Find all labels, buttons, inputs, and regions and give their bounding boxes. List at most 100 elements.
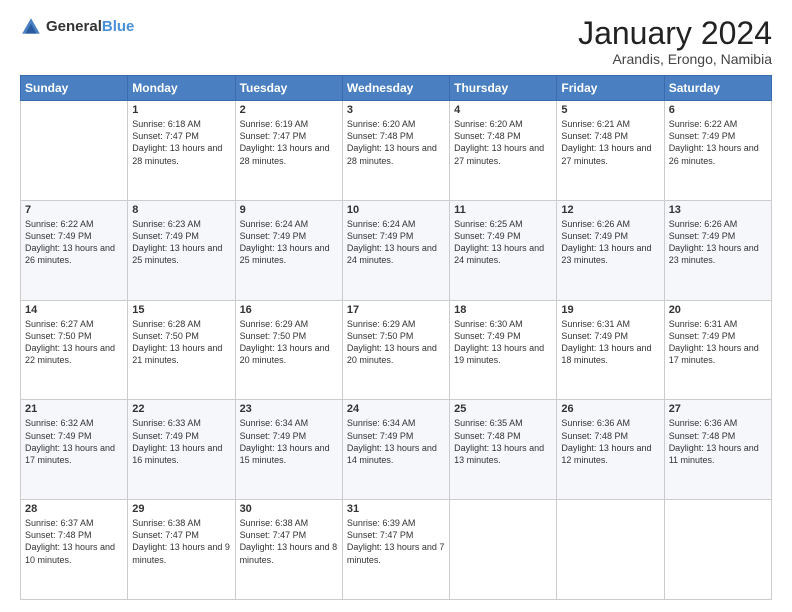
weekday-saturday: Saturday	[664, 76, 771, 101]
cell-content: Sunrise: 6:19 AM Sunset: 7:47 PM Dayligh…	[240, 118, 338, 167]
cell-content: Sunrise: 6:26 AM Sunset: 7:49 PM Dayligh…	[669, 218, 767, 267]
weekday-sunday: Sunday	[21, 76, 128, 101]
cell-content: Sunrise: 6:21 AM Sunset: 7:48 PM Dayligh…	[561, 118, 659, 167]
day-number: 16	[240, 304, 338, 316]
day-number: 15	[132, 304, 230, 316]
calendar-cell: 23 Sunrise: 6:34 AM Sunset: 7:49 PM Dayli…	[235, 400, 342, 500]
header: GeneralBlue January 2024 Arandis, Erongo…	[20, 16, 772, 67]
cell-content: Sunrise: 6:23 AM Sunset: 7:49 PM Dayligh…	[132, 218, 230, 267]
calendar-cell: 14 Sunrise: 6:27 AM Sunset: 7:50 PM Dayli…	[21, 300, 128, 400]
calendar-cell	[450, 500, 557, 600]
calendar-cell: 5Sunrise: 6:21 AM Sunset: 7:48 PM Daylig…	[557, 101, 664, 201]
calendar-page: GeneralBlue January 2024 Arandis, Erongo…	[0, 0, 792, 612]
day-number: 31	[347, 503, 445, 515]
cell-content: Sunrise: 6:31 AM Sunset: 7:49 PM Dayligh…	[561, 318, 659, 367]
calendar-cell: 10 Sunrise: 6:24 AM Sunset: 7:49 PM Dayli…	[342, 200, 449, 300]
calendar-cell: 8 Sunrise: 6:23 AM Sunset: 7:49 PM Daylig…	[128, 200, 235, 300]
day-number: 27	[669, 403, 767, 415]
calendar-cell: 29 Sunrise: 6:38 AM Sunset: 7:47 PM Dayli…	[128, 500, 235, 600]
calendar-cell	[557, 500, 664, 600]
logo-general: General	[46, 18, 102, 35]
day-number: 1	[132, 104, 230, 116]
calendar-table: SundayMondayTuesdayWednesdayThursdayFrid…	[20, 75, 772, 600]
calendar-cell: 15 Sunrise: 6:28 AM Sunset: 7:50 PM Dayli…	[128, 300, 235, 400]
day-number: 11	[454, 204, 552, 216]
calendar-cell: 2Sunrise: 6:19 AM Sunset: 7:47 PM Daylig…	[235, 101, 342, 201]
cell-content: Sunrise: 6:32 AM Sunset: 7:49 PM Dayligh…	[25, 417, 123, 466]
calendar-cell: 6 Sunrise: 6:22 AM Sunset: 7:49 PM Daylig…	[664, 101, 771, 201]
calendar-cell: 20 Sunrise: 6:31 AM Sunset: 7:49 PM Dayli…	[664, 300, 771, 400]
day-number: 17	[347, 304, 445, 316]
day-number: 20	[669, 304, 767, 316]
calendar-cell: 13 Sunrise: 6:26 AM Sunset: 7:49 PM Dayli…	[664, 200, 771, 300]
cell-content: Sunrise: 6:27 AM Sunset: 7:50 PM Dayligh…	[25, 318, 123, 367]
calendar-cell: 9 Sunrise: 6:24 AM Sunset: 7:49 PM Daylig…	[235, 200, 342, 300]
cell-content: Sunrise: 6:25 AM Sunset: 7:49 PM Dayligh…	[454, 218, 552, 267]
cell-content: Sunrise: 6:26 AM Sunset: 7:49 PM Dayligh…	[561, 218, 659, 267]
title-block: January 2024 Arandis, Erongo, Namibia	[578, 16, 772, 67]
cell-content: Sunrise: 6:33 AM Sunset: 7:49 PM Dayligh…	[132, 417, 230, 466]
week-row-0: 1 Sunrise: 6:18 AM Sunset: 7:47 PM Daylig…	[21, 101, 772, 201]
weekday-header-row: SundayMondayTuesdayWednesdayThursdayFrid…	[21, 76, 772, 101]
week-row-1: 7Sunrise: 6:22 AM Sunset: 7:49 PM Daylig…	[21, 200, 772, 300]
cell-content: Sunrise: 6:34 AM Sunset: 7:49 PM Dayligh…	[240, 417, 338, 466]
day-number: 24	[347, 403, 445, 415]
day-number: 10	[347, 204, 445, 216]
logo: GeneralBlue	[20, 16, 134, 38]
day-number: 29	[132, 503, 230, 515]
calendar-cell	[664, 500, 771, 600]
calendar-cell: 25 Sunrise: 6:35 AM Sunset: 7:48 PM Dayli…	[450, 400, 557, 500]
cell-content: Sunrise: 6:31 AM Sunset: 7:49 PM Dayligh…	[669, 318, 767, 367]
day-number: 26	[561, 403, 659, 415]
week-row-3: 21 Sunrise: 6:32 AM Sunset: 7:49 PM Dayli…	[21, 400, 772, 500]
cell-content: Sunrise: 6:38 AM Sunset: 7:47 PM Dayligh…	[240, 517, 338, 566]
day-number: 9	[240, 204, 338, 216]
cell-content: Sunrise: 6:22 AM Sunset: 7:49 PM Dayligh…	[25, 218, 123, 267]
calendar-cell: 16 Sunrise: 6:29 AM Sunset: 7:50 PM Dayli…	[235, 300, 342, 400]
cell-content: Sunrise: 6:24 AM Sunset: 7:49 PM Dayligh…	[240, 218, 338, 267]
calendar-cell: 18Sunrise: 6:30 AM Sunset: 7:49 PM Dayli…	[450, 300, 557, 400]
cell-content: Sunrise: 6:38 AM Sunset: 7:47 PM Dayligh…	[132, 517, 230, 566]
cell-content: Sunrise: 6:36 AM Sunset: 7:48 PM Dayligh…	[669, 417, 767, 466]
calendar-cell: 31 Sunrise: 6:39 AM Sunset: 7:47 PM Dayli…	[342, 500, 449, 600]
location: Arandis, Erongo, Namibia	[578, 51, 772, 67]
calendar-cell: 17Sunrise: 6:29 AM Sunset: 7:50 PM Dayli…	[342, 300, 449, 400]
day-number: 23	[240, 403, 338, 415]
day-number: 22	[132, 403, 230, 415]
day-number: 21	[25, 403, 123, 415]
cell-content: Sunrise: 6:35 AM Sunset: 7:48 PM Dayligh…	[454, 417, 552, 466]
cell-content: Sunrise: 6:37 AM Sunset: 7:48 PM Dayligh…	[25, 517, 123, 566]
day-number: 6	[669, 104, 767, 116]
day-number: 3	[347, 104, 445, 116]
weekday-thursday: Thursday	[450, 76, 557, 101]
day-number: 14	[25, 304, 123, 316]
logo-blue: Blue	[102, 18, 135, 35]
calendar-cell: 7Sunrise: 6:22 AM Sunset: 7:49 PM Daylig…	[21, 200, 128, 300]
day-number: 8	[132, 204, 230, 216]
calendar-cell	[21, 101, 128, 201]
cell-content: Sunrise: 6:29 AM Sunset: 7:50 PM Dayligh…	[240, 318, 338, 367]
day-number: 30	[240, 503, 338, 515]
day-number: 18	[454, 304, 552, 316]
day-number: 19	[561, 304, 659, 316]
calendar-cell: 22 Sunrise: 6:33 AM Sunset: 7:49 PM Dayli…	[128, 400, 235, 500]
calendar-cell: 1 Sunrise: 6:18 AM Sunset: 7:47 PM Daylig…	[128, 101, 235, 201]
calendar-cell: 3 Sunrise: 6:20 AM Sunset: 7:48 PM Daylig…	[342, 101, 449, 201]
calendar-cell: 28 Sunrise: 6:37 AM Sunset: 7:48 PM Dayli…	[21, 500, 128, 600]
week-row-4: 28 Sunrise: 6:37 AM Sunset: 7:48 PM Dayli…	[21, 500, 772, 600]
cell-content: Sunrise: 6:22 AM Sunset: 7:49 PM Dayligh…	[669, 118, 767, 167]
calendar-cell: 24Sunrise: 6:34 AM Sunset: 7:49 PM Dayli…	[342, 400, 449, 500]
cell-content: Sunrise: 6:20 AM Sunset: 7:48 PM Dayligh…	[347, 118, 445, 167]
cell-content: Sunrise: 6:24 AM Sunset: 7:49 PM Dayligh…	[347, 218, 445, 267]
cell-content: Sunrise: 6:18 AM Sunset: 7:47 PM Dayligh…	[132, 118, 230, 167]
calendar-cell: 19 Sunrise: 6:31 AM Sunset: 7:49 PM Dayli…	[557, 300, 664, 400]
day-number: 13	[669, 204, 767, 216]
day-number: 25	[454, 403, 552, 415]
day-number: 12	[561, 204, 659, 216]
cell-content: Sunrise: 6:39 AM Sunset: 7:47 PM Dayligh…	[347, 517, 445, 566]
weekday-friday: Friday	[557, 76, 664, 101]
day-number: 4	[454, 104, 552, 116]
day-number: 28	[25, 503, 123, 515]
cell-content: Sunrise: 6:28 AM Sunset: 7:50 PM Dayligh…	[132, 318, 230, 367]
calendar-cell: 30 Sunrise: 6:38 AM Sunset: 7:47 PM Dayli…	[235, 500, 342, 600]
